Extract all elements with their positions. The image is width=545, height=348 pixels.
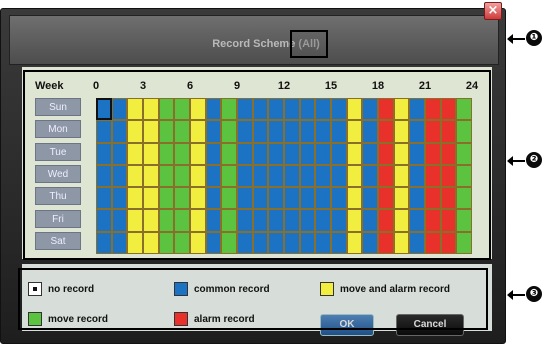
legend-callout-box xyxy=(18,268,488,330)
callout-arrow-2 xyxy=(507,156,525,166)
grid-callout-box xyxy=(23,70,491,260)
callout-marker-3: ❸ xyxy=(526,286,542,302)
title-callout-box xyxy=(290,30,328,58)
dialog-title-text: Record Scheme xyxy=(212,38,296,50)
callout-arrow-1 xyxy=(507,34,525,44)
callout-arrow-3 xyxy=(507,290,525,300)
callout-marker-2: ❷ xyxy=(526,152,542,168)
callout-marker-1: ❶ xyxy=(526,30,542,46)
close-icon[interactable]: × xyxy=(484,2,502,20)
